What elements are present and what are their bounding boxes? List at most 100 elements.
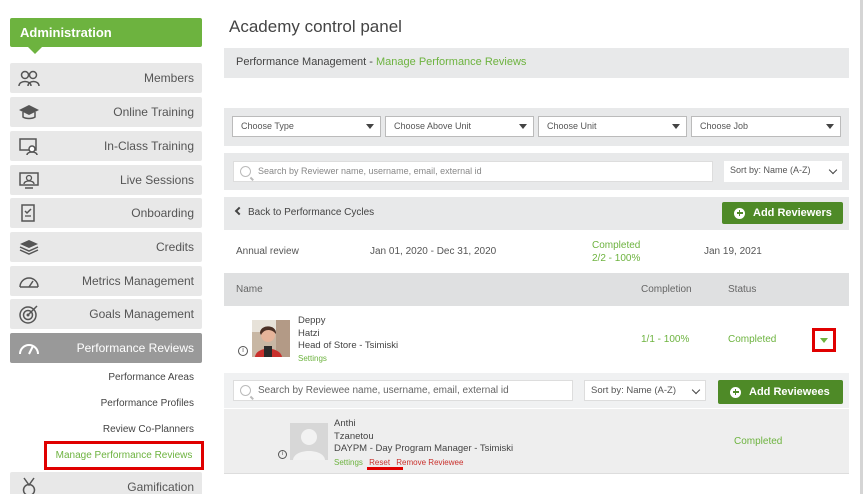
stack-icon [18,237,40,257]
breadcrumb-separator: - [366,56,377,68]
reviewer-sort-select[interactable]: Sort by: Name (A-Z) [724,161,842,182]
job-select-value: Choose Job [700,121,749,131]
type-select[interactable]: Choose Type [232,116,381,137]
sidebar-item-gamification[interactable]: Gamification [10,472,202,494]
sidebar-item-label: In-Class Training [103,139,194,153]
sidebar-item-label: Gamification [127,480,194,494]
reviewer-expand-button[interactable] [812,328,836,352]
col-name: Name [236,284,263,295]
page-title: Academy control panel [229,17,402,36]
reviewee-search-bar: Search by Reviewee name, username, email… [224,373,849,408]
breadcrumb-current[interactable]: Manage Performance Reviews [376,56,526,68]
sidebar-item-credits[interactable]: Credits [10,232,202,262]
table-header: Name Completion Status [224,273,849,306]
reviewer-search-input[interactable]: Search by Reviewer name, username, email… [233,161,713,182]
reviewee-search-placeholder: Search by Reviewee name, username, email… [258,385,509,396]
reviewee-avatar [290,423,328,460]
sidebar-item-members[interactable]: Members [10,63,202,93]
chevron-down-icon [691,385,701,395]
reviewee-actions: Settings Reset Remove Reviewee [334,458,467,467]
cycle-progress: 2/2 - 100% [592,253,641,264]
breadcrumb-root[interactable]: Performance Management [236,56,366,68]
reviewee-sort-select[interactable]: Sort by: Name (A-Z) [584,380,706,401]
graduation-cap-icon [18,102,40,122]
plus-circle-icon [734,207,745,219]
chevron-down-icon [672,124,680,129]
sidebar-header[interactable]: Administration [10,18,202,54]
reviewer-avatar [252,320,290,357]
reviewee-row[interactable]: i Anthi Tzanetou DAYPM - Day Program Man… [224,409,849,473]
reviewer-status: Completed [728,334,777,345]
reviewer-row[interactable]: i Deppy Hatzi Head of Store - Tsimiski S… [224,307,849,373]
col-completion: Completion [641,284,692,295]
subitem-performance-profiles[interactable]: Performance Profiles [101,398,194,409]
sidebar-item-goals-management[interactable]: Goals Management [10,299,202,329]
live-session-icon [18,170,40,190]
subitem-review-co-planners[interactable]: Review Co-Planners [103,424,194,435]
checklist-icon [18,203,40,223]
breadcrumb: Performance Management - Manage Performa… [224,48,849,78]
add-reviewees-button[interactable]: Add Reviewees [718,380,843,404]
classroom-icon [18,136,40,156]
reviewer-settings-link[interactable]: Settings [298,353,398,366]
reviewer-info: Deppy Hatzi Head of Store - Tsimiski Set… [298,315,398,365]
target-icon [18,304,40,324]
reviewer-search-placeholder: Search by Reviewer name, username, email… [258,166,482,176]
reviewer-first-name: Deppy [298,315,326,326]
reviewee-last-name: Tzanetou [334,430,374,442]
reviewer-role: Head of Store - Tsimiski [298,340,399,351]
add-reviewers-button[interactable]: Add Reviewers [722,202,843,224]
reviewer-completion: 1/1 - 100% [641,334,690,345]
sidebar-item-live-sessions[interactable]: Live Sessions [10,165,202,195]
above-unit-select[interactable]: Choose Above Unit [385,116,534,137]
sidebar-item-label: Online Training [113,105,194,119]
chevron-down-icon [826,124,834,129]
cycle-status: Completed [592,240,641,251]
sidebar-item-onboarding[interactable]: Onboarding [10,198,202,228]
reviewee-reset-link[interactable]: Reset [369,458,390,467]
sidebar-item-metrics-management[interactable]: Metrics Management [10,266,202,296]
speedometer-icon [18,338,40,358]
unit-select[interactable]: Choose Unit [538,116,687,137]
reviewee-remove-link[interactable]: Remove Reviewee [396,458,463,467]
subitem-performance-areas[interactable]: Performance Areas [108,372,194,383]
gauge-icon [18,271,40,291]
caret-down-icon [820,338,828,343]
sidebar-item-in-class-training[interactable]: In-Class Training [10,131,202,161]
sidebar-item-online-training[interactable]: Online Training [10,97,202,127]
reviewee-status: Completed [734,436,783,447]
chevron-down-icon [366,124,374,129]
back-to-cycles-link[interactable]: Back to Performance Cycles [234,206,374,218]
chevron-down-icon [519,124,527,129]
cycle-range: Jan 01, 2020 - Dec 31, 2020 [370,246,497,257]
divider [224,473,849,474]
reviewer-search-bar: Search by Reviewer name, username, email… [224,153,849,190]
unit-select-value: Choose Unit [547,121,597,131]
reviewee-sort-value: Sort by: Name (A-Z) [591,385,676,396]
sidebar-item-label: Goals Management [89,307,194,321]
subitem-manage-performance-reviews[interactable]: Manage Performance Reviews [44,441,204,470]
job-select[interactable]: Choose Job [691,116,841,137]
reviewee-first-name: Anthi [334,418,356,429]
app-root: Administration Members Online Training I… [0,0,863,494]
reviewee-settings-link[interactable]: Settings [334,458,363,467]
type-select-value: Choose Type [241,121,294,131]
plus-circle-icon [730,386,741,398]
sidebar-item-label: Live Sessions [119,173,194,187]
sidebar-item-label: Credits [155,240,194,254]
add-reviewers-label: Add Reviewers [753,207,832,219]
members-icon [18,68,40,88]
search-icon [240,385,251,396]
chevron-down-icon [828,165,838,175]
info-icon[interactable]: i [238,346,248,356]
reviewee-search-input[interactable]: Search by Reviewee name, username, email… [233,380,573,401]
col-status: Status [728,284,757,295]
add-reviewees-label: Add Reviewees [749,386,830,398]
cycle-date: Jan 19, 2021 [704,246,762,257]
info-icon[interactable]: i [278,450,287,459]
reviewee-info: Anthi Tzanetou DAYPM - Day Program Manag… [334,418,513,456]
sidebar-item-label: Metrics Management [81,274,194,288]
sidebar-item-performance-reviews[interactable]: Performance Reviews [10,333,202,363]
reviewee-role: DAYPM - Day Program Manager - Tsimiski [334,443,514,454]
reviewer-last-name: Hatzi [298,327,320,339]
